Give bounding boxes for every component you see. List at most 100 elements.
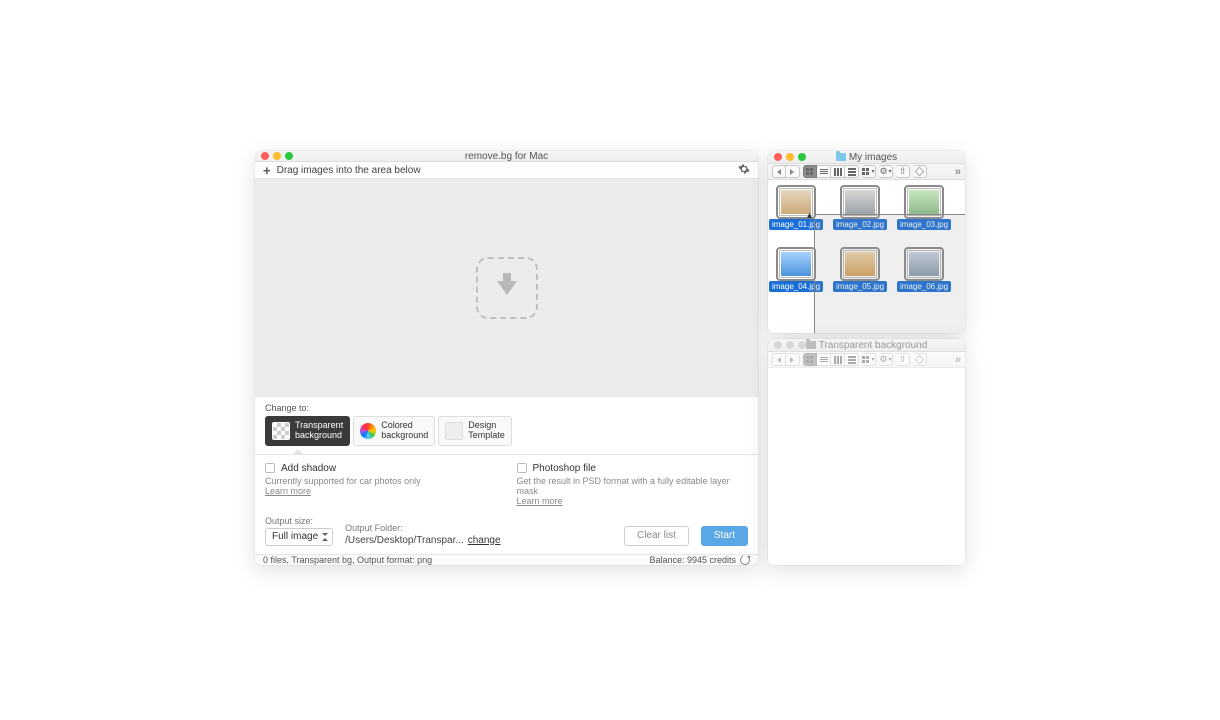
- output-row: Output size: Full image Output Folder: /…: [255, 512, 758, 554]
- output-folder-path: /Users/Desktop/Transpar...: [345, 535, 464, 546]
- template-icon: [445, 422, 463, 440]
- view-list-button[interactable]: [817, 165, 831, 178]
- thumbnail-icon: [779, 250, 813, 278]
- select-value: Full image: [272, 531, 318, 542]
- finder-titlebar[interactable]: My images: [768, 151, 965, 164]
- columns-icon: [834, 356, 842, 364]
- checkbox-photoshop[interactable]: [517, 463, 527, 473]
- close-icon[interactable]: [774, 153, 782, 161]
- button-label: Start: [714, 530, 735, 541]
- zoom-icon[interactable]: [798, 341, 806, 349]
- grid-icon: [806, 356, 814, 364]
- finder-title: Transparent background: [819, 340, 928, 351]
- nav-back-button[interactable]: [772, 353, 786, 366]
- option-title: Add shadow: [281, 463, 336, 474]
- chevron-right-icon: [790, 169, 794, 175]
- app-titlebar[interactable]: remove.bg for Mac: [255, 151, 758, 162]
- finder-body[interactable]: [768, 368, 965, 565]
- minimize-icon[interactable]: [273, 152, 281, 160]
- nav-forward-button[interactable]: [786, 353, 800, 366]
- option-desc: Get the result in PSD format with a full…: [517, 476, 749, 496]
- output-size-label: Output size:: [265, 516, 333, 526]
- tags-button[interactable]: [913, 353, 927, 366]
- removebg-window: remove.bg for Mac + Drag images into the…: [255, 151, 758, 565]
- tab-design-template[interactable]: Design Template: [438, 416, 512, 446]
- gear-icon: ⚙: [879, 166, 887, 177]
- group-by-button[interactable]: ▾: [862, 353, 876, 366]
- tab-label: background: [381, 431, 428, 441]
- finder-my-images: My images ▾ ⚙▾ ⇧ » image_01.jpg image_02…: [768, 151, 965, 333]
- list-icon: [820, 357, 828, 362]
- view-gallery-button[interactable]: [845, 353, 859, 366]
- status-text: 0 files, Transparent bg, Output format: …: [263, 555, 432, 565]
- tab-transparent-bg[interactable]: Transparent background: [265, 416, 350, 446]
- finder-body[interactable]: image_01.jpg image_02.jpg image_03.jpg i…: [768, 180, 965, 333]
- option-add-shadow: Add shadow Currently supported for car p…: [265, 463, 497, 506]
- zoom-icon[interactable]: [798, 153, 806, 161]
- finder-titlebar[interactable]: Transparent background: [768, 339, 965, 352]
- share-button[interactable]: ⇧: [896, 165, 910, 178]
- thumbnail-icon: [843, 188, 877, 216]
- transparent-swatch-icon: [272, 422, 290, 440]
- chevron-left-icon: [777, 169, 781, 175]
- checkbox-add-shadow[interactable]: [265, 463, 275, 473]
- clear-list-button[interactable]: Clear list: [624, 526, 689, 546]
- learn-more-link[interactable]: Learn more: [517, 496, 749, 506]
- gear-icon: ⚙: [879, 354, 887, 365]
- view-columns-button[interactable]: [831, 353, 845, 366]
- marquee-selection: [814, 214, 965, 333]
- change-to-section: Change to: Transparent background Colore…: [255, 397, 758, 454]
- finder-title: My images: [849, 152, 897, 163]
- app-toolbar: + Drag images into the area below: [255, 162, 758, 178]
- chevron-right-icon: [790, 357, 794, 363]
- share-button[interactable]: ⇧: [896, 353, 910, 366]
- view-icons-button[interactable]: [803, 165, 817, 178]
- chevron-left-icon: [777, 357, 781, 363]
- group-by-button[interactable]: ▾: [862, 165, 876, 178]
- action-menu-button[interactable]: ⚙▾: [879, 165, 893, 178]
- close-icon[interactable]: [261, 152, 269, 160]
- toolbar-overflow-button[interactable]: »: [955, 354, 961, 366]
- view-columns-button[interactable]: [831, 165, 845, 178]
- cursor-icon: ▴: [807, 210, 812, 221]
- tags-button[interactable]: [913, 165, 927, 178]
- gallery-icon: [848, 168, 856, 176]
- group-icon: [862, 356, 870, 364]
- view-list-button[interactable]: [817, 353, 831, 366]
- close-icon[interactable]: [774, 341, 782, 349]
- start-button[interactable]: Start: [701, 526, 748, 546]
- finder-transparent-bg: Transparent background ▾ ⚙▾ ⇧ »: [768, 339, 965, 565]
- background-tabs: Transparent background Colored backgroun…: [265, 416, 748, 446]
- columns-icon: [834, 168, 842, 176]
- nav-forward-button[interactable]: [786, 165, 800, 178]
- minimize-icon[interactable]: [786, 153, 794, 161]
- group-icon: [862, 168, 870, 176]
- finder-toolbar: ▾ ⚙▾ ⇧ »: [768, 164, 965, 180]
- output-size-select[interactable]: Full image: [265, 528, 333, 546]
- minimize-icon[interactable]: [786, 341, 794, 349]
- file-item[interactable]: image_04.jpg: [776, 250, 816, 292]
- thumbnail-icon: [907, 188, 941, 216]
- app-title: remove.bg for Mac: [255, 151, 758, 162]
- nav-back-button[interactable]: [772, 165, 786, 178]
- add-icon[interactable]: +: [263, 163, 271, 178]
- dropzone[interactable]: [255, 179, 758, 397]
- tag-icon: [915, 167, 925, 177]
- view-icons-button[interactable]: [803, 353, 817, 366]
- view-gallery-button[interactable]: [845, 165, 859, 178]
- zoom-icon[interactable]: [285, 152, 293, 160]
- tab-colored-bg[interactable]: Colored background: [353, 416, 435, 446]
- button-label: Clear list: [637, 530, 676, 541]
- settings-button[interactable]: [738, 163, 750, 178]
- action-menu-button[interactable]: ⚙▾: [879, 353, 893, 366]
- change-to-label: Change to:: [265, 403, 748, 413]
- learn-more-link[interactable]: Learn more: [265, 486, 497, 496]
- tab-label: background: [295, 431, 343, 441]
- list-icon: [820, 169, 828, 174]
- file-item[interactable]: image_01.jpg: [776, 188, 816, 230]
- refresh-icon[interactable]: [739, 553, 752, 565]
- gallery-icon: [848, 356, 856, 364]
- change-folder-link[interactable]: change: [468, 535, 501, 546]
- options-row: Add shadow Currently supported for car p…: [255, 454, 758, 512]
- toolbar-overflow-button[interactable]: »: [955, 166, 961, 178]
